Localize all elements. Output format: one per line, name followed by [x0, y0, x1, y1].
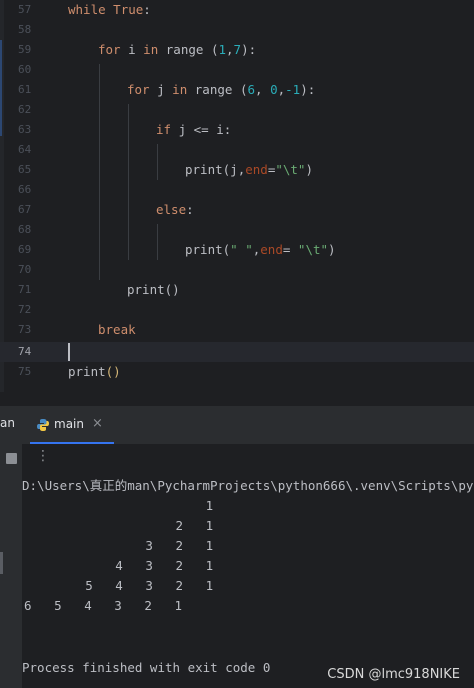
- console-line: 5 4 3 2 1: [25, 578, 214, 593]
- code-text: print(): [127, 282, 180, 297]
- code-text: for i in range (1,7):: [98, 42, 257, 57]
- line-number: 73: [18, 323, 32, 336]
- console-line: 4 3 2 1: [25, 558, 214, 573]
- code-line[interactable]: 59 for i in range (1,7):: [0, 40, 474, 60]
- panel-splitter[interactable]: [0, 392, 474, 407]
- console-line: 1: [25, 498, 214, 513]
- code-line[interactable]: 62: [0, 100, 474, 120]
- line-number: 60: [18, 63, 32, 76]
- code-line[interactable]: 65 print(j,end="\t"): [0, 160, 474, 180]
- code-line[interactable]: 57 while True:: [0, 0, 474, 20]
- line-number: 72: [18, 303, 32, 316]
- line-number: 74: [18, 345, 32, 358]
- code-text: for j in range (6, 0,-1):: [127, 82, 316, 97]
- tab-label: main: [54, 417, 84, 431]
- code-line[interactable]: 71 print(): [0, 280, 474, 300]
- code-text: print(" ",end= "\t"): [185, 242, 336, 257]
- line-number: 75: [18, 365, 32, 378]
- code-line[interactable]: 64: [0, 140, 474, 160]
- console-line: 3 2 1: [25, 538, 214, 553]
- close-icon[interactable]: ×: [92, 416, 103, 431]
- line-number: 64: [18, 143, 32, 156]
- scroll-marker: [0, 552, 3, 574]
- code-text: print(): [68, 364, 121, 379]
- code-line[interactable]: 63 if j <= i:: [0, 120, 474, 140]
- code-line[interactable]: 69 print(" ",end= "\t"): [0, 240, 474, 260]
- line-number: 63: [18, 123, 32, 136]
- code-text: while True:: [68, 2, 151, 17]
- code-line[interactable]: 60: [0, 60, 474, 80]
- line-number: 68: [18, 223, 32, 236]
- console-line: 2 1: [25, 518, 214, 533]
- code-line[interactable]: 58: [0, 20, 474, 40]
- code-text: else:: [156, 202, 194, 217]
- stop-icon[interactable]: [6, 453, 17, 464]
- line-number: 69: [18, 243, 32, 256]
- line-number: 70: [18, 263, 32, 276]
- code-text: break: [98, 322, 136, 337]
- code-text: print(j,end="\t"): [185, 162, 313, 177]
- console-line: 6 5 4 3 2 1: [24, 598, 183, 613]
- code-line[interactable]: 72: [0, 300, 474, 320]
- code-editor[interactable]: 57 while True: 58 59 for i in range (1,7…: [0, 0, 474, 392]
- line-number: 61: [18, 83, 32, 96]
- line-number: 66: [18, 183, 32, 196]
- line-number: 67: [18, 203, 32, 216]
- line-number: 62: [18, 103, 32, 116]
- code-line-current[interactable]: 74: [0, 342, 474, 362]
- code-line[interactable]: 61 for j in range (6, 0,-1):: [0, 80, 474, 100]
- line-number: 57: [18, 3, 32, 16]
- console-output[interactable]: ⋮ D:\Users\真正的man\PycharmProjects\python…: [0, 444, 474, 688]
- python-icon: [37, 419, 49, 431]
- console-command: D:\Users\真正的man\PycharmProjects\python66…: [22, 478, 474, 493]
- code-line[interactable]: 70: [0, 260, 474, 280]
- line-number: 58: [18, 23, 32, 36]
- line-number: 65: [18, 163, 32, 176]
- run-tool-window-header: an main ×: [0, 406, 474, 445]
- code-line[interactable]: 75 print(): [0, 362, 474, 382]
- text-caret: [68, 343, 70, 361]
- code-line[interactable]: 68: [0, 220, 474, 240]
- code-text: if j <= i:: [156, 122, 232, 137]
- console-exit-message: Process finished with exit code 0: [22, 660, 271, 675]
- console-toolbar: [0, 444, 22, 688]
- code-line[interactable]: 67 else:: [0, 200, 474, 220]
- run-tool-label[interactable]: an: [0, 416, 15, 430]
- line-number: 59: [18, 43, 32, 56]
- line-number: 71: [18, 283, 32, 296]
- more-options-icon[interactable]: ⋮: [36, 448, 50, 464]
- code-line[interactable]: 66: [0, 180, 474, 200]
- watermark: CSDN @lmc918NIKE: [327, 667, 460, 682]
- code-line[interactable]: 73 break: [0, 320, 474, 340]
- tab-main[interactable]: main ×: [30, 406, 114, 444]
